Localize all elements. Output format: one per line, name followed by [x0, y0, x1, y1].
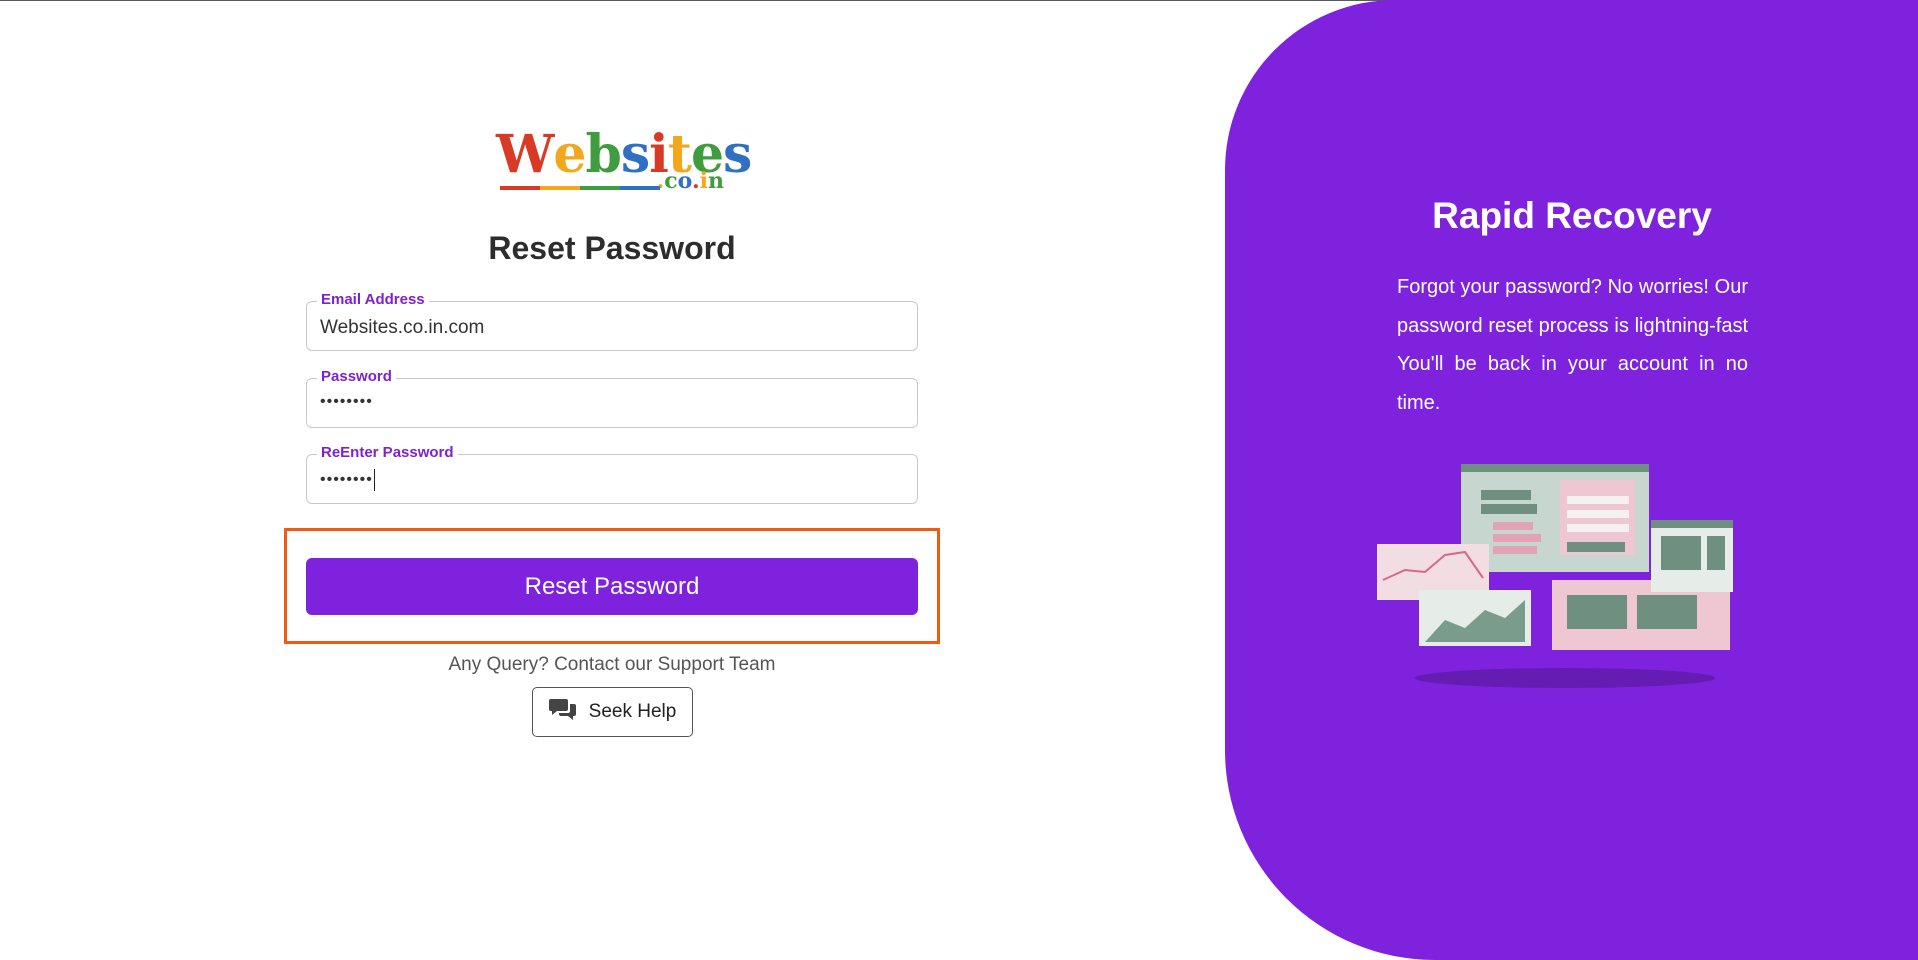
seek-help-label: Seek Help: [588, 701, 677, 722]
chat-bubbles-icon: [548, 697, 577, 727]
promo-title: Rapid Recovery: [1432, 195, 1712, 236]
logo-letter: e: [553, 124, 586, 185]
logo-letter: s: [723, 124, 752, 185]
reenter-password-field[interactable]: ReEnter Password ••••••••: [306, 444, 918, 504]
brand-logo: Websites .co.in: [496, 124, 752, 198]
logo-letter: s: [620, 124, 650, 185]
logo-letter: W: [496, 124, 554, 185]
reenter-password-value[interactable]: ••••••••: [320, 471, 373, 488]
brand-underline: [500, 186, 660, 190]
email-value[interactable]: Websites.co.in.com: [320, 317, 484, 339]
text-cursor: [373, 469, 375, 491]
seek-help-button[interactable]: Seek Help: [532, 687, 693, 737]
promo-text: Forgot your password? No worries! Our pa…: [1397, 276, 1748, 414]
reenter-password-label: ReEnter Password: [317, 444, 458, 461]
reenter-password-value-wrap[interactable]: ••••••••: [320, 469, 375, 491]
email-field[interactable]: Email Address Websites.co.in.com: [306, 291, 918, 351]
email-label: Email Address: [317, 291, 429, 308]
support-query-text: Any Query? Contact our Support Team: [448, 654, 776, 675]
reset-password-button[interactable]: Reset Password: [306, 558, 918, 615]
page-title: Reset Password: [488, 230, 736, 266]
brand-domain: .co.in: [656, 168, 724, 194]
password-field[interactable]: Password ••••••••: [306, 368, 918, 428]
password-label: Password: [317, 368, 396, 385]
password-value[interactable]: ••••••••: [320, 393, 373, 411]
dashboard-illustration: [1377, 464, 1733, 688]
logo-letter: b: [585, 124, 622, 185]
